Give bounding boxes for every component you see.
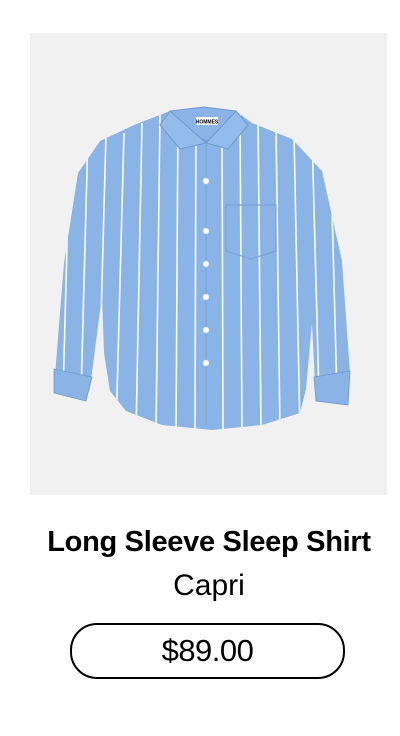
product-card[interactable]: HOMMES Long Sleeve Sleep Shirt Capri $89… (0, 0, 400, 736)
product-color-name: Capri (173, 569, 245, 602)
shirt-photo: HOMMES (53, 106, 351, 430)
svg-text:HOMMES: HOMMES (196, 120, 219, 126)
product-image[interactable]: HOMMES (30, 33, 387, 495)
price-button[interactable]: $89.00 (70, 623, 345, 679)
product-title[interactable]: Long Sleeve Sleep Shirt (0, 522, 400, 562)
price-label: $89.00 (161, 633, 254, 668)
